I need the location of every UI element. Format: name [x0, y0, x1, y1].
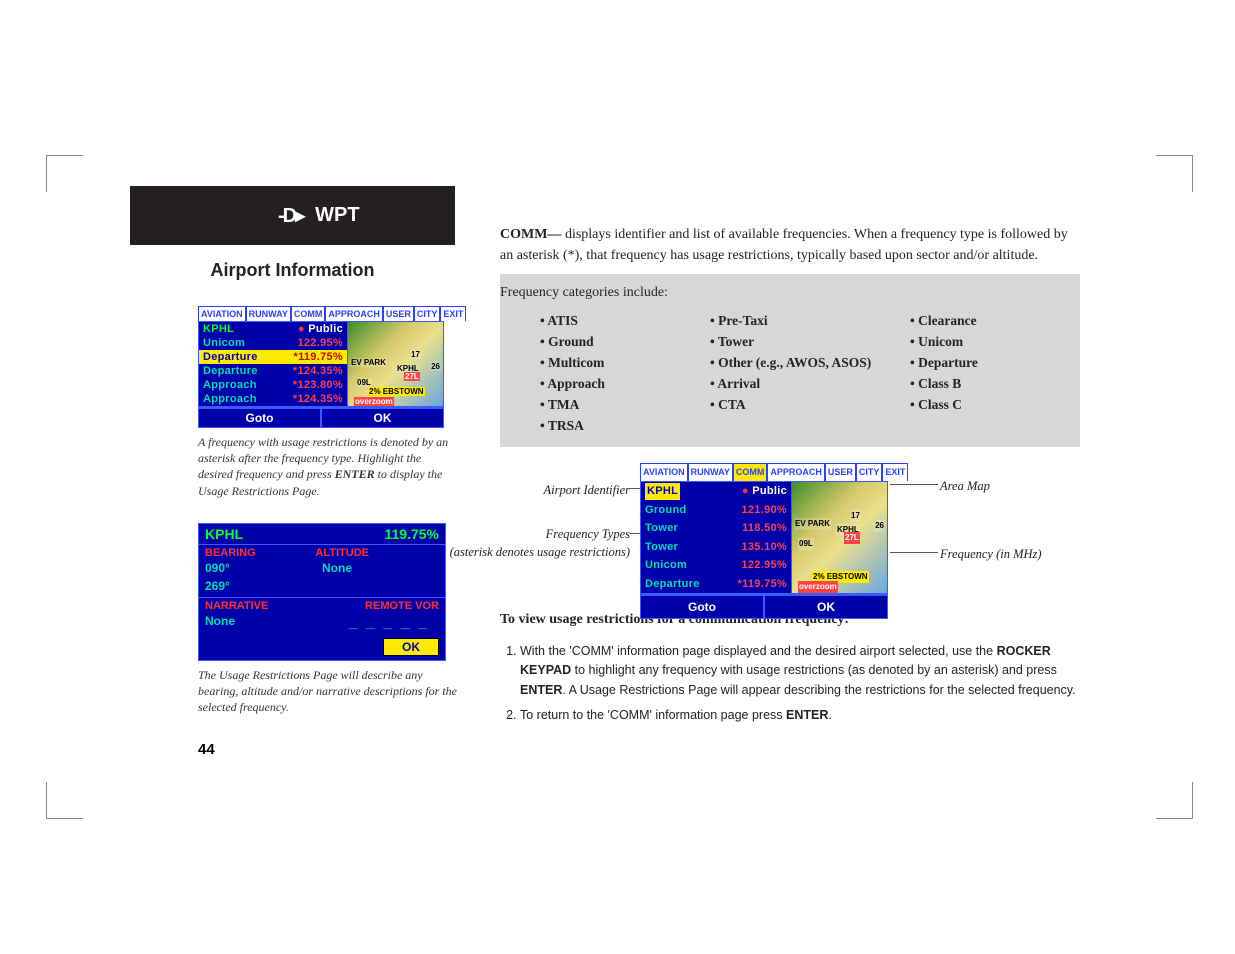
freq-type[interactable]: Unicom: [645, 557, 687, 574]
value-bearing2: 269°: [205, 579, 322, 593]
gps-tab-row: AVIATION RUNWAY COMM APPROACH USER CITY …: [198, 306, 444, 321]
heading-remote-vor: REMOTE VOR: [365, 600, 439, 612]
cat-item: Multicom: [540, 353, 710, 374]
gps-comm-page-highlighted: AVIATION RUNWAY COMM APPROACH USER CITY …: [198, 306, 444, 428]
cat-item: Ground: [540, 332, 710, 353]
tab-aviation[interactable]: AVIATION: [640, 463, 688, 482]
freq-value: 122.95%: [297, 337, 343, 349]
freq-value: *123.80%: [293, 379, 343, 391]
freq-value: 118.50%: [742, 520, 787, 537]
restrict-freq: 119.75%: [385, 526, 440, 542]
tab-comm[interactable]: COMM: [291, 306, 326, 321]
figure-caption-2: The Usage Restrictions Page will describ…: [198, 667, 458, 716]
value-narrative: None: [205, 614, 235, 632]
ok-button[interactable]: OK: [321, 408, 444, 428]
frequency-categories-box: Frequency categories include: ATIS Groun…: [500, 274, 1080, 447]
cat-item: Arrival: [710, 374, 910, 395]
ok-button[interactable]: OK: [383, 638, 439, 656]
airport-class: Public: [742, 483, 787, 500]
tab-runway[interactable]: RUNWAY: [688, 463, 733, 482]
callout-area-map: Area Map: [940, 477, 990, 496]
freq-value: *124.35%: [293, 365, 343, 377]
freq-type[interactable]: Approach: [203, 379, 257, 391]
goto-button[interactable]: Goto: [198, 408, 321, 428]
freq-value: *119.75%: [294, 351, 344, 363]
cat-item: Pre-Taxi: [710, 311, 910, 332]
page-number: 44: [198, 741, 215, 758]
freq-value: 135.10%: [741, 539, 787, 556]
freq-type[interactable]: Ground: [645, 502, 687, 519]
cat-item: Clearance: [910, 311, 1050, 332]
comm-description: COMM— displays identifier and list of av…: [500, 224, 1080, 266]
header-tab-label: WPT: [315, 204, 359, 227]
tab-city[interactable]: CITY: [414, 306, 441, 321]
cat-item: CTA: [710, 395, 910, 416]
tab-runway[interactable]: RUNWAY: [246, 306, 291, 321]
figure-caption-1: A frequency with usage restrictions is d…: [198, 434, 458, 499]
value-bearing1: 090°: [205, 561, 322, 575]
freq-type[interactable]: Approach: [203, 393, 257, 405]
usage-restrictions-page: KPHL 119.75% BEARING ALTITUDE 090° None …: [198, 523, 446, 661]
callout-frequency-mhz: Frequency (in MHz): [940, 545, 1042, 564]
tab-comm[interactable]: COMM: [733, 463, 768, 482]
procedure-steps: With the 'COMM' information page display…: [500, 642, 1080, 726]
callout-frequency-types: Frequency Types (asterisk denotes usage …: [440, 525, 630, 563]
direct-to-icon: -D▸: [278, 203, 303, 228]
cat-item: Other (e.g., AWOS, ASOS): [710, 353, 910, 374]
freq-value: *119.75%: [738, 576, 788, 593]
cat-item: Tower: [710, 332, 910, 353]
heading-narrative: NARRATIVE: [205, 600, 268, 612]
tab-exit[interactable]: EXIT: [882, 463, 908, 482]
freq-type[interactable]: Tower: [645, 539, 678, 556]
tab-aviation[interactable]: AVIATION: [198, 306, 246, 321]
heading-bearing: BEARING: [205, 547, 256, 559]
callout-airport-identifier: Airport Identifier: [490, 481, 630, 500]
cat-item: TRSA: [540, 416, 710, 437]
tab-exit[interactable]: EXIT: [440, 306, 466, 321]
goto-button[interactable]: Goto: [640, 595, 764, 619]
airport-identifier: KPHL: [203, 323, 234, 335]
tab-user[interactable]: USER: [383, 306, 414, 321]
tab-city[interactable]: CITY: [856, 463, 883, 482]
freq-type[interactable]: Unicom: [203, 337, 245, 349]
freq-type[interactable]: Tower: [645, 520, 678, 537]
header-bar: -D▸ WPT: [130, 186, 455, 245]
ok-button[interactable]: OK: [764, 595, 888, 619]
cat-item: ATIS: [540, 311, 710, 332]
categories-intro: Frequency categories include:: [500, 282, 1080, 303]
area-map[interactable]: EV PARK KPHL 17 26 09L 27L 2% EBSTOWN ov…: [347, 322, 443, 406]
freq-value: *124.35%: [293, 393, 343, 405]
cat-item: Unicom: [910, 332, 1050, 353]
cat-item: Class C: [910, 395, 1050, 416]
cat-item: TMA: [540, 395, 710, 416]
value-remote-vor: _ _ _ _ _: [349, 614, 439, 632]
step-2: To return to the 'COMM' information page…: [520, 706, 1080, 725]
freq-type[interactable]: Departure: [203, 365, 258, 377]
freq-value: 121.90%: [741, 502, 787, 519]
cat-item: Approach: [540, 374, 710, 395]
tab-user[interactable]: USER: [825, 463, 856, 482]
cat-item: Departure: [910, 353, 1050, 374]
section-title: Airport Information: [130, 260, 455, 287]
gps-comm-page: AVIATION RUNWAY COMM APPROACH USER CITY …: [640, 463, 888, 620]
tab-approach[interactable]: APPROACH: [767, 463, 825, 482]
restrict-ident: KPHL: [205, 526, 243, 542]
freq-type[interactable]: Departure: [645, 576, 700, 593]
freq-value: 122.95%: [741, 557, 787, 574]
heading-altitude: ALTITUDE: [315, 547, 369, 559]
annotated-gps-figure: Airport Identifier Frequency Types (aste…: [500, 463, 1080, 591]
airport-class: Public: [298, 323, 343, 335]
freq-type[interactable]: Departure: [203, 351, 258, 363]
cat-item: Class B: [910, 374, 1050, 395]
area-map[interactable]: EV PARK KPHL 17 26 09L 27L 2% EBSTOWN ov…: [791, 482, 887, 593]
tab-approach[interactable]: APPROACH: [325, 306, 383, 321]
airport-identifier[interactable]: KPHL: [645, 483, 680, 500]
gps-tab-row: AVIATION RUNWAY COMM APPROACH USER CITY …: [640, 463, 888, 482]
value-altitude: None: [322, 561, 352, 575]
step-1: With the 'COMM' information page display…: [520, 642, 1080, 700]
